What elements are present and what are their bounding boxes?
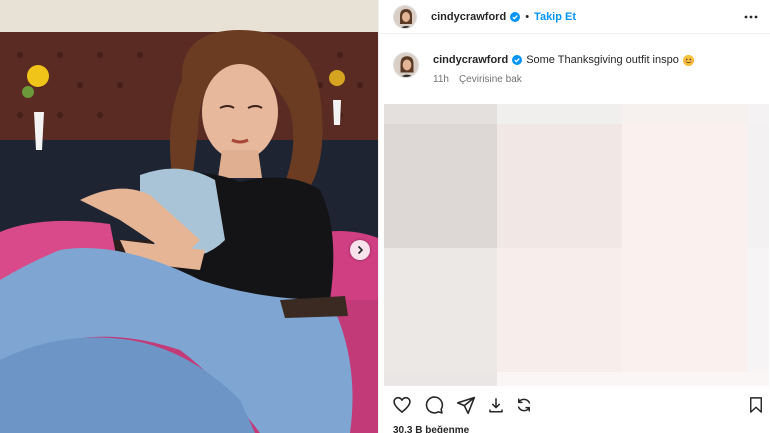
post-header: cindycrawford • Takip Et [379,0,770,34]
likes-count[interactable]: 30.3 B beğenme [393,425,469,433]
bookmark-icon [750,397,762,413]
heart-icon [393,396,411,414]
chevron-right-icon [357,245,364,255]
verified-badge-icon [512,55,523,65]
save-button[interactable] [745,394,767,416]
photo-image [0,0,378,433]
more-options-icon [744,15,758,19]
more-options-button[interactable] [740,6,762,28]
blurred-media-preview [384,104,769,386]
download-button[interactable] [485,394,507,416]
share-button[interactable] [455,394,477,416]
smiling-face-with-hearts-emoji-icon [682,54,694,66]
see-translation-link[interactable]: Çevirisine bak [459,74,522,85]
post-photo[interactable] [0,0,378,433]
caption-avatar[interactable] [393,52,419,78]
like-button[interactable] [391,394,413,416]
avatar[interactable] [393,4,417,29]
avatar-image [394,53,418,77]
repost-button[interactable] [513,394,535,416]
paper-plane-icon [456,396,476,415]
separator-dot: • [525,10,530,23]
comment-button[interactable] [423,394,445,416]
verified-badge-icon [510,11,521,22]
download-icon [489,398,503,413]
comment-icon [425,396,444,414]
next-photo-button[interactable] [350,240,370,260]
repost-icon [517,398,531,412]
post-timestamp: 11h [433,74,449,85]
caption-username[interactable]: cindycrawford [433,52,508,68]
username[interactable]: cindycrawford [431,11,506,23]
follow-button[interactable]: Takip Et [534,11,576,23]
caption: cindycrawford Some Thanksgiving outfit i… [393,52,694,85]
avatar-image [394,5,416,28]
post-actions-bar [379,392,770,418]
post-details-panel: cindycrawford • Takip Et cindycrawford S… [378,0,770,433]
caption-text: Some Thanksgiving outfit inspo [526,54,679,66]
